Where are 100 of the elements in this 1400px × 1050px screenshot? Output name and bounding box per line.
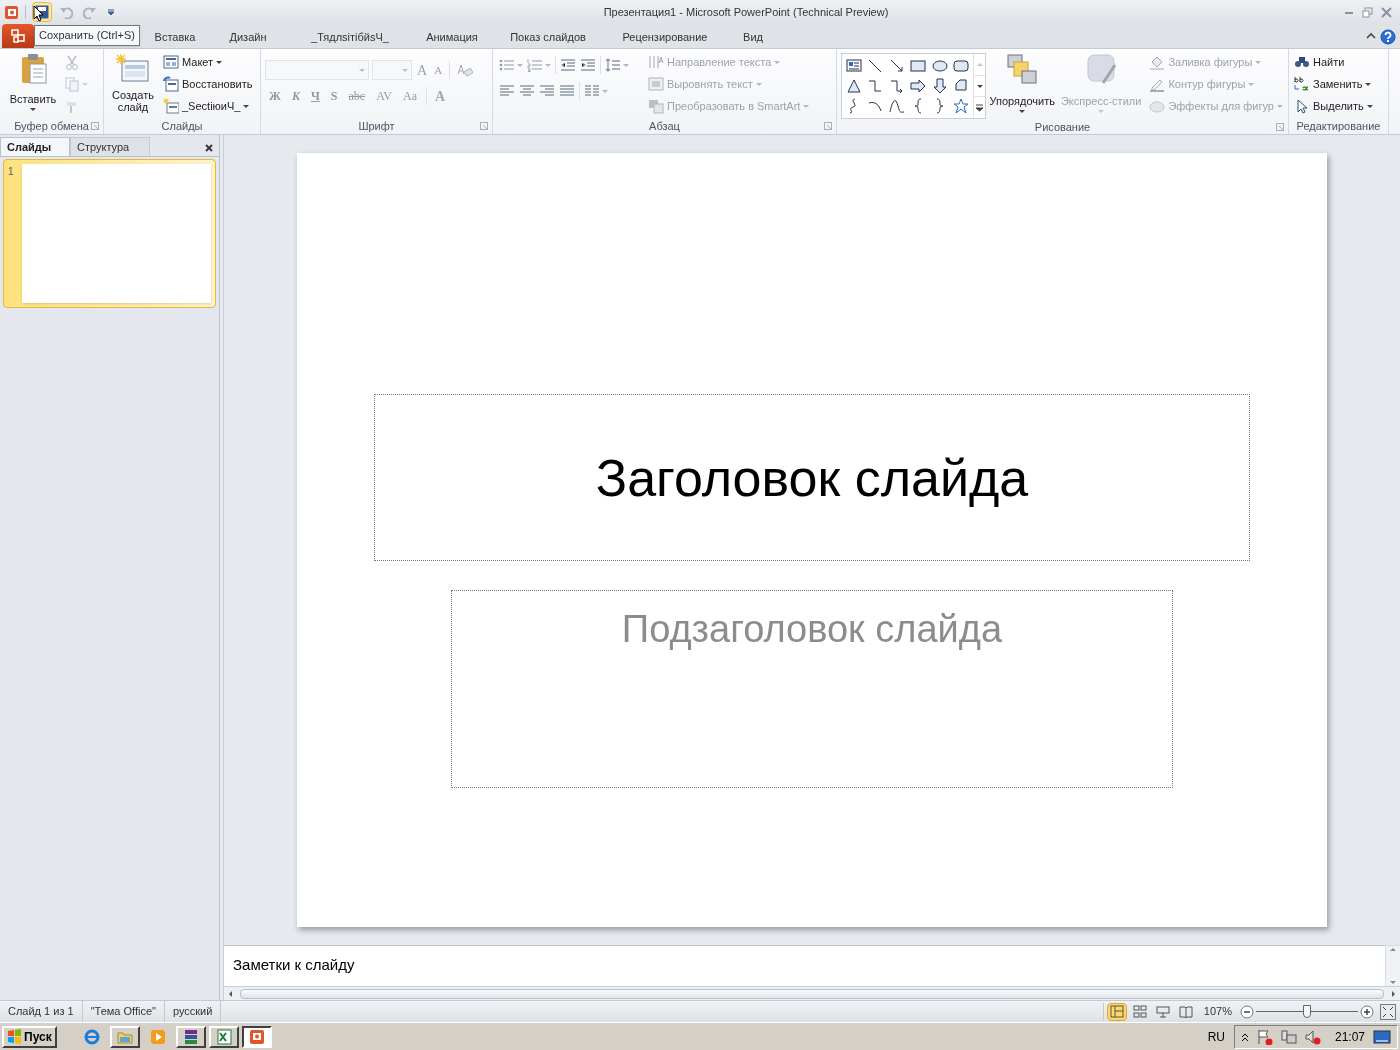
- paste-button[interactable]: Вставить: [4, 51, 62, 117]
- ribbon-tab[interactable]: Вставка: [144, 26, 206, 48]
- caret-icon: [1365, 82, 1372, 86]
- slide-thumbnail[interactable]: 1: [3, 159, 216, 308]
- elbow-connector-icon: [867, 78, 884, 94]
- increase-indent-icon: [580, 58, 596, 72]
- fit-window-button[interactable]: [1380, 1003, 1396, 1020]
- dialog-launcher-icon[interactable]: [480, 122, 488, 130]
- decrease-indent-icon: [560, 58, 576, 72]
- curve-icon: [888, 98, 905, 114]
- ribbon-tab[interactable]: Анимация: [410, 26, 494, 48]
- group-label: Буфер обмена: [14, 118, 89, 134]
- title-placeholder[interactable]: Заголовок слайда: [374, 394, 1250, 561]
- binoculars-icon: [1294, 54, 1310, 70]
- group-label: Абзац: [649, 118, 680, 134]
- scroll-left-icon: [227, 989, 235, 998]
- slide-subtitle: Подзаголовок слайда: [621, 607, 1003, 652]
- oval-icon: [931, 58, 948, 74]
- taskbar-button[interactable]: [241, 1025, 272, 1048]
- align-right-icon: [539, 84, 555, 98]
- ribbon-button[interactable]: Упорядочить: [986, 51, 1058, 117]
- group-label: Шрифт: [358, 118, 395, 134]
- zoom-level[interactable]: 107%: [1195, 1003, 1240, 1020]
- scroll-thumb[interactable]: [240, 988, 1384, 999]
- ribbon-tab[interactable]: Дизайн: [206, 26, 290, 48]
- justify-icon: [559, 84, 575, 98]
- right-brace-icon: [935, 98, 944, 114]
- scroll-right-icon: [1389, 989, 1397, 998]
- caret-icon: [755, 82, 762, 86]
- pane-tab[interactable]: Слайды: [0, 137, 70, 156]
- dialog-launcher-icon[interactable]: [1276, 123, 1284, 131]
- new-slide-button[interactable]: Создать слайд: [108, 51, 158, 117]
- zoom-slider[interactable]: [1256, 1004, 1358, 1019]
- file-menu-button[interactable]: [2, 24, 34, 48]
- line-icon: [867, 58, 884, 74]
- replace-icon: [1294, 76, 1310, 92]
- scroll-up-icon: [976, 61, 983, 67]
- columns-icon: [584, 84, 600, 98]
- ribbon-tab[interactable]: _ТядлsітiбйsЧ_: [290, 26, 410, 48]
- clear-formatting-icon: [457, 62, 474, 78]
- caret-icon: [216, 60, 223, 64]
- zoom-out-button[interactable]: [1240, 1004, 1254, 1019]
- caret-icon: [623, 63, 629, 67]
- slider-thumb[interactable]: [1303, 1004, 1311, 1018]
- arrow-icon: [888, 58, 905, 74]
- arrange-icon: [1006, 53, 1039, 85]
- line-spacing-icon: [605, 58, 621, 72]
- pane-tab[interactable]: Структура: [70, 137, 150, 156]
- language-indicator[interactable]: RU: [1201, 1027, 1231, 1046]
- caret-icon: [1248, 82, 1255, 86]
- section-icon: [163, 98, 179, 114]
- scissors-icon: [64, 54, 80, 70]
- show-desktop-icon: [1373, 1028, 1391, 1045]
- ribbon-button[interactable]: Выделить: [1293, 95, 1374, 117]
- ribbon-button[interactable]: Макет: [162, 51, 254, 73]
- ribbon-tab[interactable]: Показ слайдов: [494, 26, 602, 48]
- plus-icon: [1360, 1004, 1374, 1019]
- close-pane-button[interactable]: [205, 144, 213, 152]
- notes-field[interactable]: Заметки к слайду: [224, 945, 1385, 986]
- undo-icon: [59, 5, 73, 19]
- start-button[interactable]: Пуск: [2, 1025, 57, 1048]
- speaker-muted-icon: [1304, 1028, 1321, 1045]
- right-arrow-icon: [910, 78, 927, 94]
- caret-icon: [359, 68, 365, 72]
- app-logo-icon: [4, 4, 19, 20]
- caret-icon: [243, 104, 250, 108]
- rectangle-icon: [910, 58, 927, 74]
- clock: 21:07: [1334, 1028, 1365, 1046]
- ribbon-button[interactable]: _SectіюиЧ_: [162, 95, 254, 117]
- presentation-icon: [248, 1028, 265, 1045]
- dialog-launcher-icon[interactable]: [91, 122, 99, 130]
- tooltip: Сохранить (Ctrl+S): [34, 25, 140, 46]
- ribbon-button[interactable]: Найти: [1293, 51, 1374, 73]
- shapes-gallery[interactable]: [841, 53, 987, 119]
- ribbon-tab[interactable]: Вид: [728, 26, 778, 48]
- minus-icon: [1240, 1004, 1254, 1019]
- caret-icon: [774, 60, 781, 64]
- collapse-ribbon-icon: [1366, 32, 1376, 40]
- book-icon: [1178, 1004, 1193, 1019]
- text-box-icon: [846, 58, 862, 74]
- view-button[interactable]: [1106, 1002, 1127, 1021]
- group-label: Рисование: [1034, 119, 1091, 135]
- projector-screen-icon: [1155, 1004, 1170, 1019]
- horizontal-scrollbar[interactable]: [224, 986, 1400, 1000]
- spreadsheet-icon: [215, 1028, 232, 1045]
- ribbon-button[interactable]: Восстановить: [162, 73, 254, 95]
- network-icon: [1280, 1028, 1297, 1045]
- help-icon: [1380, 29, 1396, 45]
- cursor-icon: [1294, 98, 1310, 114]
- vertical-scrollbar[interactable]: [1385, 945, 1400, 986]
- stacked-books-icon: [182, 1028, 199, 1045]
- ribbon-button[interactable]: Заменить: [1293, 73, 1374, 95]
- caret-icon: [1277, 104, 1283, 108]
- dialog-launcher-icon[interactable]: [824, 122, 832, 130]
- numbering-icon: [527, 58, 543, 72]
- star-icon: [953, 98, 970, 114]
- zoom-in-button[interactable]: [1360, 1004, 1374, 1019]
- play-icon: [149, 1028, 166, 1045]
- normal-view-icon: [1109, 1004, 1124, 1019]
- ribbon-tab[interactable]: Рецензирование: [602, 26, 728, 48]
